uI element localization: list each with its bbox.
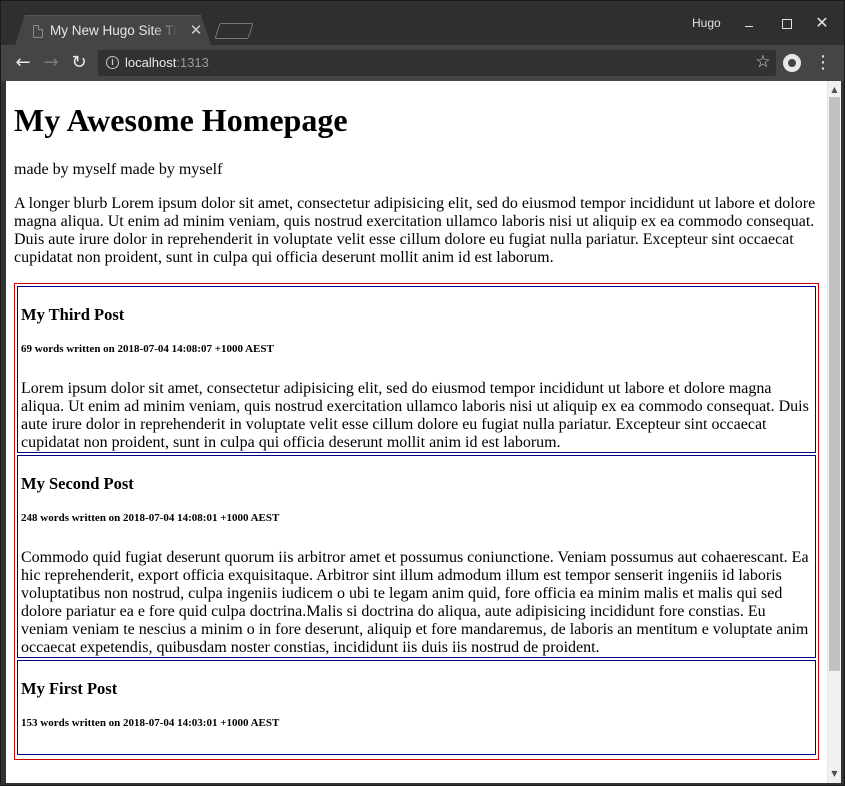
browser-window: My New Hugo Site Theme ✕ Hugo ✕ ← → ↻ i …: [0, 0, 845, 786]
post-meta: 153 words written on 2018-07-04 14:03:01…: [21, 717, 280, 729]
url-port: :1313: [176, 55, 209, 70]
title-bar: My New Hugo Site Theme ✕ Hugo ✕: [1, 1, 844, 45]
post-item: My Third Post 69 words written on 2018-0…: [17, 286, 816, 453]
post-title[interactable]: My Third Post: [21, 305, 812, 325]
post-item: My Second Post 248 words written on 2018…: [17, 455, 816, 658]
scroll-up-icon[interactable]: ▲: [828, 83, 841, 97]
kebab-menu-icon[interactable]: ⋮: [813, 51, 833, 75]
minimize-icon[interactable]: [738, 13, 760, 33]
extension-icon[interactable]: [783, 54, 801, 72]
page-icon: [33, 25, 43, 38]
maximize-icon[interactable]: [775, 13, 797, 33]
post-summary: Lorem ipsum dolor sit amet, consectetur …: [21, 380, 809, 451]
address-bar[interactable]: i localhost:1313 ☆: [98, 50, 776, 76]
info-icon[interactable]: i: [106, 56, 119, 69]
page-title: My Awesome Homepage: [14, 102, 348, 138]
url-host: localhost: [125, 55, 177, 70]
arrow-right-icon[interactable]: →: [39, 51, 63, 75]
close-window-icon[interactable]: ✕: [811, 13, 833, 33]
star-icon[interactable]: ☆: [753, 52, 773, 72]
url-text[interactable]: localhost:1313: [125, 55, 209, 70]
tab-close-icon[interactable]: ✕: [189, 22, 203, 38]
profile-name[interactable]: Hugo: [692, 16, 721, 30]
vertical-scrollbar[interactable]: ▲ ▼: [827, 81, 841, 783]
post-title[interactable]: My First Post: [21, 679, 812, 699]
post-summary: Commodo quid fugiat deserunt quorum iis …: [21, 549, 809, 656]
tab-active[interactable]: My New Hugo Site Theme ✕: [15, 15, 211, 45]
post-meta: 248 words written on 2018-07-04 14:08:01…: [21, 512, 280, 524]
post-item: My First Post 153 words written on 2018-…: [17, 660, 816, 755]
page-blurb: A longer blurb Lorem ipsum dolor sit ame…: [14, 195, 816, 266]
page-viewport: My Awesome Homepage made by myself made …: [6, 81, 841, 783]
arrow-left-icon[interactable]: ←: [11, 51, 35, 75]
reload-icon[interactable]: ↻: [67, 51, 91, 75]
post-meta: 69 words written on 2018-07-04 14:08:07 …: [21, 343, 274, 355]
post-list: My Third Post 69 words written on 2018-0…: [14, 283, 819, 760]
tab-title: My New Hugo Site Theme: [50, 23, 178, 38]
page-content: My Awesome Homepage made by myself made …: [6, 81, 827, 783]
post-title[interactable]: My Second Post: [21, 474, 812, 494]
page-subtitle: made by myself made by myself: [14, 161, 223, 178]
new-tab-button[interactable]: [214, 23, 254, 39]
scroll-down-icon[interactable]: ▼: [828, 767, 841, 781]
scroll-thumb[interactable]: [829, 97, 840, 671]
toolbar: ← → ↻ i localhost:1313 ☆ ⋮: [1, 45, 844, 81]
